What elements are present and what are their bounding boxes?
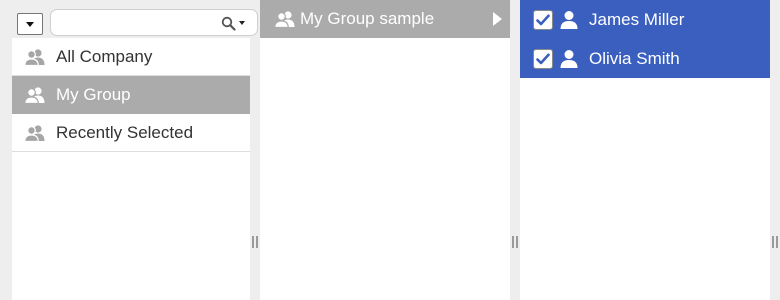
group-item-label: My Group xyxy=(56,84,131,104)
group-icon xyxy=(24,123,46,143)
caret-down-icon xyxy=(239,21,245,25)
user-checkbox[interactable] xyxy=(533,48,553,69)
search-box[interactable] xyxy=(50,9,258,36)
user-list-pane: James Miller Olivia Smith xyxy=(520,0,770,300)
user-item-james-miller[interactable]: James Miller xyxy=(520,0,770,39)
user-name: Olivia Smith xyxy=(589,48,680,68)
group-icon xyxy=(24,85,46,105)
group-type-dropdown-button[interactable] xyxy=(17,13,43,35)
user-item-olivia-smith[interactable]: Olivia Smith xyxy=(520,39,770,78)
group-icon xyxy=(24,47,46,67)
user-icon xyxy=(560,49,580,69)
subgroup-item-my-group-sample[interactable]: My Group sample xyxy=(260,0,510,38)
search-icon xyxy=(221,16,236,31)
group-item-my-group[interactable]: My Group xyxy=(12,76,250,114)
group-item-all-company[interactable]: All Company xyxy=(12,38,250,76)
user-checkbox[interactable] xyxy=(533,9,553,30)
group-item-label: All Company xyxy=(56,46,153,66)
user-name: James Miller xyxy=(589,9,685,29)
checkmark-icon xyxy=(536,53,550,64)
checkmark-icon xyxy=(536,14,550,25)
group-icon xyxy=(274,9,298,29)
group-toolbar xyxy=(12,8,258,36)
pane-resize-handle[interactable] xyxy=(252,236,258,248)
user-icon xyxy=(560,10,580,30)
group-list-pane: All Company My Group Recently Selected xyxy=(12,38,250,300)
subgroup-list-pane: My Group sample xyxy=(260,0,510,300)
group-item-recently-selected[interactable]: Recently Selected xyxy=(12,114,250,152)
subgroup-item-label: My Group sample xyxy=(300,9,435,28)
pane-resize-handle[interactable] xyxy=(772,236,778,248)
group-item-label: Recently Selected xyxy=(56,122,194,142)
caret-down-icon xyxy=(26,21,34,27)
search-input[interactable] xyxy=(57,13,207,32)
pane-resize-handle[interactable] xyxy=(512,236,518,248)
expand-arrow-icon xyxy=(493,12,502,26)
search-menu-button[interactable] xyxy=(221,15,251,31)
